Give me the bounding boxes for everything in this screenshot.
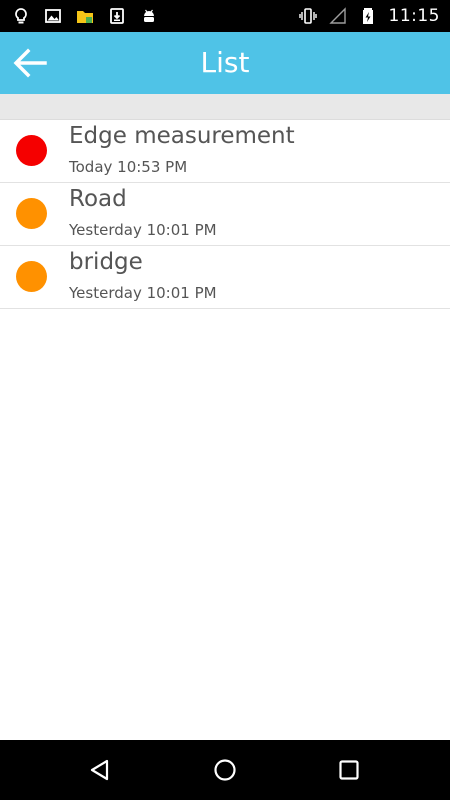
recents-square-icon [339, 760, 359, 780]
status-dot [16, 135, 47, 166]
list-item[interactable]: Edge measurement Today 10:53 PM [0, 120, 450, 183]
download-icon [110, 8, 124, 24]
list-header-strip [0, 94, 450, 120]
app-bar: List [0, 32, 450, 94]
list-item-time: Today 10:53 PM [69, 158, 188, 176]
battery-charging-icon [362, 8, 373, 24]
navigation-bar [0, 740, 450, 800]
vibrate-icon [298, 8, 317, 24]
home-circle-icon [214, 759, 236, 781]
arrow-left-icon [13, 48, 47, 78]
status-dot [16, 261, 47, 292]
image-icon [45, 9, 61, 23]
status-right-icons: 11:15 [298, 0, 441, 32]
no-signal-icon [328, 7, 346, 24]
back-triangle-icon [90, 759, 109, 781]
status-left-icons [12, 0, 158, 32]
list-item-time: Yesterday 10:01 PM [69, 221, 217, 239]
page-title: List [200, 46, 250, 79]
android-icon [144, 9, 154, 22]
nav-home-button[interactable] [195, 740, 255, 800]
status-time: 11:15 [388, 6, 440, 26]
list-item-title: Edge measurement [69, 123, 295, 149]
list-item-title: Road [69, 186, 127, 212]
nav-recents-button[interactable] [319, 740, 379, 800]
list-item-time: Yesterday 10:01 PM [69, 284, 217, 302]
screen: 11:15 List Edge measurement Today 10:53 … [0, 0, 450, 800]
back-button[interactable] [10, 45, 50, 81]
list-item[interactable]: bridge Yesterday 10:01 PM [0, 246, 450, 309]
lightbulb-icon [15, 8, 27, 24]
status-dot [16, 198, 47, 229]
file-manager-icon [77, 11, 93, 23]
nav-back-button[interactable] [70, 740, 130, 800]
status-bar: 11:15 [0, 0, 450, 32]
list-item-title: bridge [69, 249, 143, 275]
list-item[interactable]: Road Yesterday 10:01 PM [0, 183, 450, 246]
measurement-list: Edge measurement Today 10:53 PM Road Yes… [0, 120, 450, 309]
